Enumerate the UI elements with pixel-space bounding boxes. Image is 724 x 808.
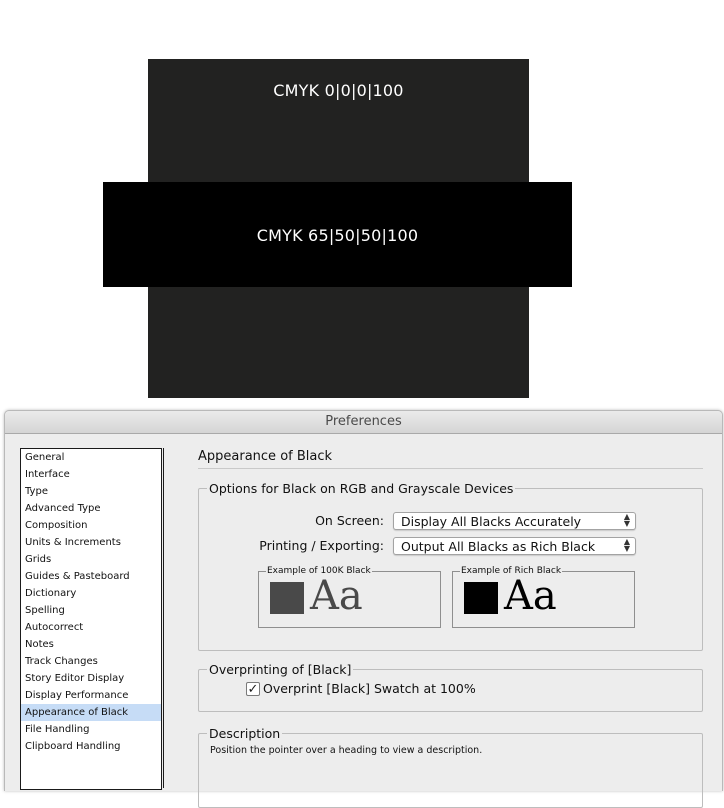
panel-divider	[198, 468, 703, 469]
description-text: Position the pointer over a heading to v…	[210, 745, 483, 756]
sidebar-item-general[interactable]: General	[21, 449, 161, 466]
overprint-checkbox[interactable]: ✓	[246, 682, 260, 696]
rich-black-sample-text: Aa	[504, 573, 557, 619]
sidebar-item-track-changes[interactable]: Track Changes	[21, 653, 161, 670]
sidebar-item-notes[interactable]: Notes	[21, 636, 161, 653]
sidebar-item-units-increments[interactable]: Units & Increments	[21, 534, 161, 551]
sidebar-item-appearance-of-black[interactable]: Appearance of Black	[21, 704, 161, 721]
on-screen-label: On Screen:	[315, 513, 384, 528]
description-legend: Description	[209, 726, 281, 741]
description-group: Description Position the pointer over a …	[198, 726, 703, 808]
sidebar-item-clipboard-handling[interactable]: Clipboard Handling	[21, 738, 161, 755]
black-options-group: Options for Black on RGB and Grayscale D…	[198, 481, 703, 651]
on-screen-row: On Screen: Display All Blacks Accurately…	[199, 512, 702, 532]
on-screen-value: Display All Blacks Accurately	[401, 514, 582, 529]
popup-arrows-icon: ▲ ▼	[623, 512, 630, 528]
on-screen-popup[interactable]: Display All Blacks Accurately ▲ ▼	[393, 512, 636, 530]
printing-value: Output All Blacks as Rich Black	[401, 539, 596, 554]
100k-black-label: CMYK 0|0|0|100	[273, 81, 404, 100]
popup-arrows-icon: ▲ ▼	[623, 537, 630, 553]
printing-row: Printing / Exporting: Output All Blacks …	[199, 537, 702, 557]
100k-black-sample-square	[270, 582, 304, 614]
printing-label: Printing / Exporting:	[259, 538, 384, 553]
sidebar-item-advanced-type[interactable]: Advanced Type	[21, 500, 161, 517]
printing-popup[interactable]: Output All Blacks as Rich Black ▲ ▼	[393, 537, 636, 555]
sidebar-item-file-handling[interactable]: File Handling	[21, 721, 161, 738]
rich-black-label: CMYK 65|50|50|100	[256, 226, 419, 245]
overprint-group: Overprinting of [Black] ✓ Overprint [Bla…	[198, 662, 703, 712]
100k-black-sample-text: Aa	[310, 573, 363, 619]
sidebar-item-guides-pasteboard[interactable]: Guides & Pasteboard	[21, 568, 161, 585]
sidebar-item-spelling[interactable]: Spelling	[21, 602, 161, 619]
example-100k-black: Example of 100K Black Aa	[258, 566, 441, 628]
preferences-sidebar: General Interface Type Advanced Type Com…	[20, 448, 162, 790]
sidebar-item-display-performance[interactable]: Display Performance	[21, 687, 161, 704]
rich-black-swatch: CMYK 65|50|50|100	[103, 182, 572, 287]
overprint-legend: Overprinting of [Black]	[209, 662, 352, 677]
sidebar-item-story-editor-display[interactable]: Story Editor Display	[21, 670, 161, 687]
sidebar-scrollbar[interactable]	[163, 448, 178, 788]
preferences-dialog: Preferences General Interface Type Advan…	[4, 410, 723, 808]
sidebar-item-grids[interactable]: Grids	[21, 551, 161, 568]
sidebar-item-autocorrect[interactable]: Autocorrect	[21, 619, 161, 636]
rich-black-sample-square	[464, 582, 498, 614]
example-rich-black: Example of Rich Black Aa	[452, 566, 635, 628]
window-title: Preferences	[5, 411, 722, 434]
sidebar-item-composition[interactable]: Composition	[21, 517, 161, 534]
black-options-legend: Options for Black on RGB and Grayscale D…	[209, 481, 514, 496]
panel-title: Appearance of Black	[198, 449, 333, 464]
overprint-checkbox-label[interactable]: Overprint [Black] Swatch at 100%	[263, 681, 476, 696]
sidebar-item-type[interactable]: Type	[21, 483, 161, 500]
preferences-panel: Appearance of Black Options for Black on…	[198, 448, 703, 808]
sidebar-item-dictionary[interactable]: Dictionary	[21, 585, 161, 602]
sidebar-item-interface[interactable]: Interface	[21, 466, 161, 483]
